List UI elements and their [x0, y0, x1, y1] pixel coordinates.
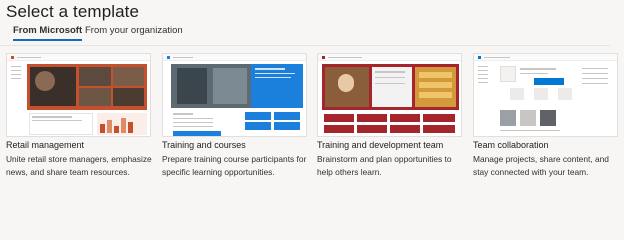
- template-name: Training and courses: [162, 140, 246, 150]
- template-card-training-and-courses[interactable]: Training and courses Prepare training co…: [162, 53, 307, 213]
- template-thumbnail: [162, 53, 307, 137]
- dialog-title: Select a template: [6, 2, 140, 21]
- template-source-tabs: From Microsoft From your organization: [10, 25, 610, 45]
- template-thumbnail: [473, 53, 618, 137]
- tab-from-your-organization[interactable]: From your organization: [85, 25, 183, 43]
- template-description: Manage projects, share content, and stay…: [473, 154, 609, 177]
- template-name: Retail management: [6, 140, 85, 150]
- template-description: Unite retail store managers, emphasize n…: [6, 154, 152, 177]
- template-name: Team collaboration: [473, 140, 549, 150]
- template-description: Prepare training course participants for…: [162, 154, 307, 177]
- template-thumbnail: [317, 53, 462, 137]
- template-thumbnail: [6, 53, 151, 137]
- tab-from-microsoft[interactable]: From Microsoft: [13, 25, 83, 43]
- template-card-team-collaboration[interactable]: Team collaboration Manage projects, shar…: [473, 53, 618, 213]
- template-card-retail-management[interactable]: Retail management Unite retail store man…: [6, 53, 152, 213]
- template-description: Brainstorm and plan opportunities to hel…: [317, 154, 452, 177]
- template-card-training-and-development-team[interactable]: Training and development team Brainstorm…: [317, 53, 462, 213]
- tabs-divider: [0, 45, 610, 46]
- template-name: Training and development team: [317, 140, 444, 150]
